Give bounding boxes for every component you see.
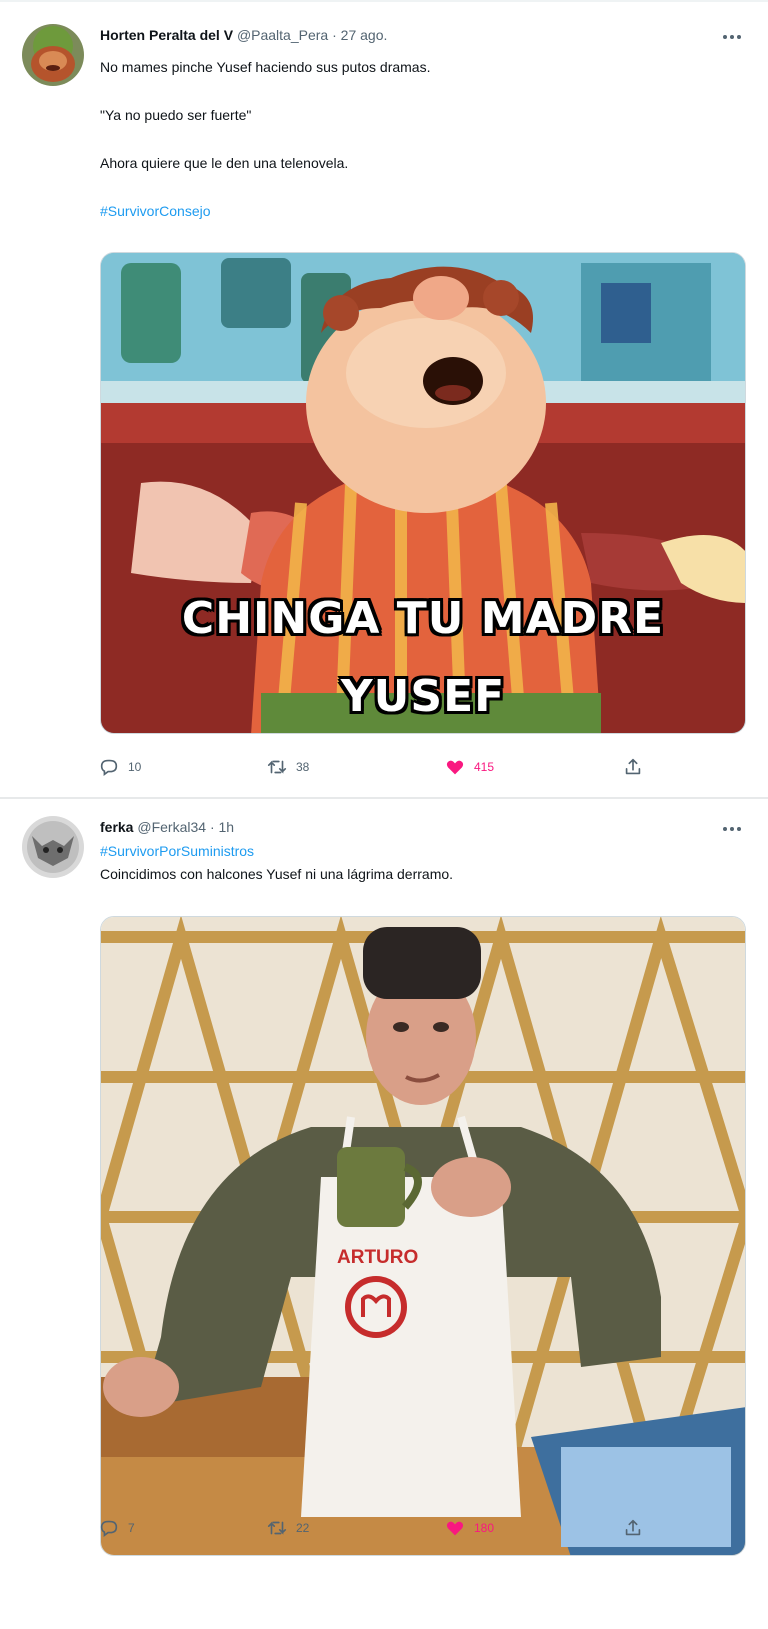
like-button[interactable]: 415 [444, 755, 494, 779]
meme-caption: YUSEF [340, 671, 506, 722]
tweet-text-line: Coincidimos con halcones Yusef ni una lá… [100, 866, 454, 882]
retweet-count: 22 [296, 1521, 310, 1535]
tweet-media-image[interactable]: ARTURO [100, 916, 746, 1556]
author-name[interactable]: Horten Peralta del V [100, 27, 233, 43]
chef-photo [101, 917, 745, 1555]
more-icon[interactable] [720, 820, 744, 838]
like-button[interactable]: 180 [444, 1516, 494, 1540]
separator: · [332, 27, 337, 43]
meme-caption: CHINGA TU MADRE [181, 593, 665, 644]
heart-icon [446, 1521, 464, 1536]
share-icon [625, 1519, 641, 1536]
tweet-card[interactable]: Horten Peralta del V @Paalta_Pera · 27 a… [0, 0, 768, 795]
reply-button[interactable]: 10 [98, 755, 141, 779]
tweet-actions: 7 22 180 [98, 1516, 658, 1540]
author-handle[interactable]: @Ferkal34 [137, 819, 206, 835]
retweet-button[interactable]: 38 [266, 755, 309, 779]
hashtag-link[interactable]: #SurvivorPorSuministros [100, 842, 254, 860]
apron-label: ARTURO [337, 1247, 419, 1268]
reply-button[interactable]: 7 [98, 1516, 135, 1540]
reply-icon [100, 1520, 118, 1537]
share-button[interactable] [622, 755, 644, 779]
post-time[interactable]: 1h [219, 819, 235, 835]
tweet-media-image[interactable]: CHINGA TU MADRE YUSEF [100, 252, 746, 734]
avatar[interactable] [22, 24, 84, 86]
like-count: 180 [474, 1521, 495, 1535]
meme-illustration [101, 253, 745, 733]
heart-icon [446, 760, 464, 775]
share-button[interactable] [622, 1516, 644, 1540]
tweet-text-line: No mames pinche Yusef haciendo sus putos… [100, 59, 431, 75]
retweet-button[interactable]: 22 [266, 1516, 309, 1540]
tweet-header: ferka @Ferkal34 · 1h [100, 818, 234, 836]
tweet-text-line: Ahora quiere que le den una telenovela. [100, 155, 349, 171]
tweet-card[interactable]: ferka @Ferkal34 · 1h #SurvivorPorSuminis… [0, 797, 768, 1629]
author-name[interactable]: ferka [100, 819, 133, 835]
retweet-icon [267, 1521, 287, 1535]
reply-count: 10 [128, 760, 142, 774]
separator: · [209, 819, 215, 835]
more-icon[interactable] [720, 28, 744, 46]
tweet-text-line: "Ya no puedo ser fuerte" [100, 107, 252, 123]
retweet-count: 38 [296, 760, 310, 774]
retweet-icon [267, 760, 287, 774]
hashtag-link[interactable]: #SurvivorConsejo [100, 202, 211, 220]
reply-count: 7 [128, 1521, 135, 1535]
share-icon [625, 758, 641, 775]
avatar[interactable] [22, 816, 84, 878]
post-time[interactable]: 27 ago. [341, 27, 388, 43]
tweet-actions: 10 38 415 [98, 755, 658, 779]
tweet-header: Horten Peralta del V @Paalta_Pera · 27 a… [100, 26, 387, 44]
author-handle[interactable]: @Paalta_Pera [237, 27, 328, 43]
reply-icon [100, 759, 118, 776]
like-count: 415 [474, 760, 495, 774]
